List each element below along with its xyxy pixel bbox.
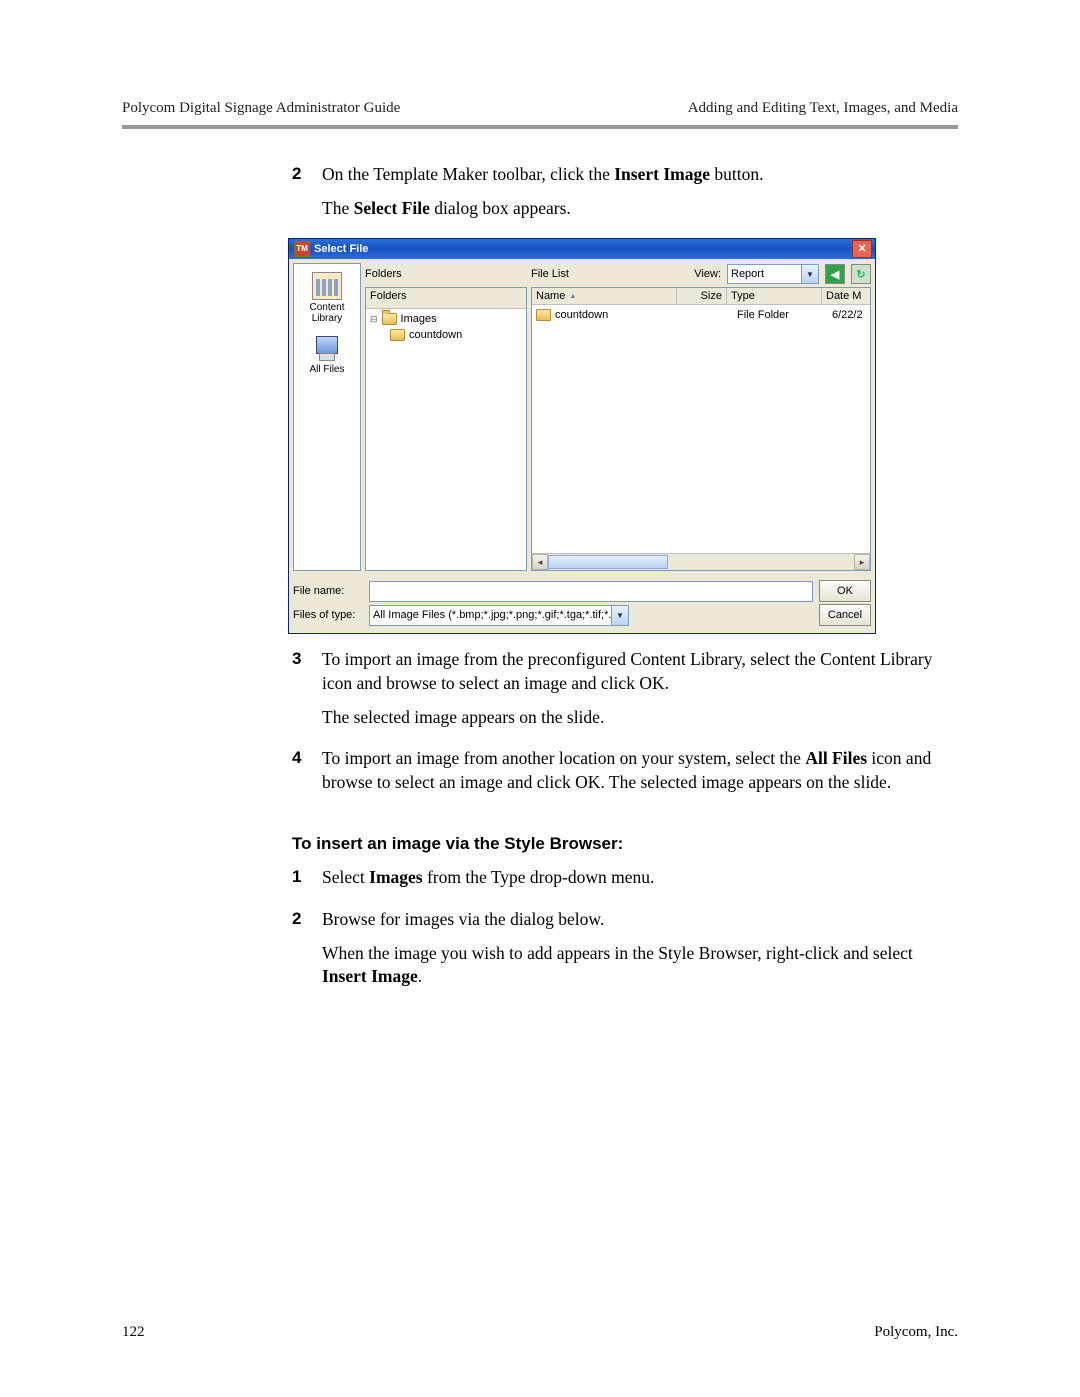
tree-header: Folders	[366, 288, 526, 309]
section-heading: To insert an image via the Style Browser…	[292, 834, 958, 854]
refresh-button[interactable]: ↻	[851, 264, 871, 284]
step-number: 3	[292, 648, 322, 739]
view-label: View:	[694, 268, 721, 280]
scroll-left-button[interactable]: ◂	[532, 554, 548, 570]
steps-group-1: 2 On the Template Maker toolbar, click t…	[292, 163, 958, 230]
step-text: To import an image from another location…	[322, 747, 958, 804]
steps-group-2: 3 To import an image from the preconfigu…	[292, 648, 958, 804]
folder-icon	[536, 309, 551, 321]
filelist-label: File List	[531, 268, 569, 280]
header-rule	[122, 125, 958, 129]
dialog-title: Select File	[314, 243, 368, 255]
step-text: Select Images from the Type drop-down me…	[322, 866, 654, 900]
file-list-header: Name ▲ Size Type Date M	[532, 288, 870, 305]
close-icon: ✕	[857, 244, 866, 255]
folder-open-icon	[382, 313, 397, 325]
close-button[interactable]: ✕	[852, 240, 872, 258]
step-text: To import an image from the preconfigure…	[322, 648, 958, 739]
folders-label: Folders	[365, 268, 525, 280]
places-bar: Content Library All Files	[293, 263, 361, 571]
select-file-dialog: TM Select File ✕ Content Library All	[288, 238, 876, 634]
column-type[interactable]: Type	[727, 288, 822, 305]
chevron-down-icon: ▼	[801, 264, 819, 284]
column-date[interactable]: Date M	[822, 288, 870, 305]
cancel-button[interactable]: Cancel	[819, 604, 871, 626]
horizontal-scrollbar[interactable]: ◂ ▸	[532, 553, 870, 570]
page-header: Polycom Digital Signage Administrator Gu…	[122, 100, 958, 125]
file-list[interactable]: Name ▲ Size Type Date M	[531, 287, 871, 571]
folder-icon	[390, 329, 405, 341]
view-select[interactable]: Report ▼	[727, 265, 819, 283]
filename-label: File name:	[293, 585, 363, 597]
folder-tree[interactable]: Folders ⊟ Images countdown	[365, 287, 527, 571]
up-folder-button[interactable]: ◀	[825, 264, 845, 284]
column-size[interactable]: Size	[677, 288, 727, 305]
filename-input[interactable]	[369, 581, 813, 602]
sort-asc-icon: ▲	[569, 293, 576, 300]
column-name[interactable]: Name ▲	[532, 288, 677, 305]
file-row[interactable]: countdown File Folder 6/22/2	[534, 307, 868, 323]
dialog-titlebar[interactable]: TM Select File ✕	[289, 239, 875, 259]
page-number: 122	[122, 1324, 145, 1341]
company-name: Polycom, Inc.	[874, 1324, 958, 1341]
step-text: Browse for images via the dialog below. …	[322, 908, 958, 999]
filetype-label: Files of type:	[293, 609, 363, 621]
step-number: 1	[292, 866, 322, 900]
filetype-select[interactable]: All Image Files (*.bmp;*.jpg;*.png;*.gif…	[369, 605, 629, 626]
step-number: 2	[292, 908, 322, 999]
scroll-right-button[interactable]: ▸	[854, 554, 870, 570]
chevron-down-icon: ▼	[611, 606, 628, 625]
places-item-content-library[interactable]: Content Library	[309, 272, 344, 324]
step-number: 4	[292, 747, 322, 804]
places-item-all-files[interactable]: All Files	[309, 336, 344, 375]
refresh-icon: ↻	[856, 268, 865, 281]
steps-group-3: 1 Select Images from the Type drop-down …	[292, 866, 958, 999]
ok-button[interactable]: OK	[819, 580, 871, 602]
arrow-left-icon: ◀	[831, 268, 839, 281]
expand-icon[interactable]: ⊟	[370, 314, 378, 325]
header-left: Polycom Digital Signage Administrator Gu…	[122, 100, 400, 117]
view-value: Report	[727, 264, 801, 284]
scroll-thumb[interactable]	[548, 555, 668, 569]
page-footer: 122 Polycom, Inc.	[122, 1324, 958, 1341]
tree-item[interactable]: countdown	[368, 327, 524, 343]
step-number: 2	[292, 163, 322, 230]
tree-item[interactable]: ⊟ Images	[368, 311, 524, 327]
content-library-icon	[312, 272, 342, 300]
header-right: Adding and Editing Text, Images, and Med…	[688, 100, 958, 117]
app-icon: TM	[294, 241, 310, 257]
computer-icon	[313, 336, 341, 362]
step-text: On the Template Maker toolbar, click the…	[322, 163, 763, 230]
